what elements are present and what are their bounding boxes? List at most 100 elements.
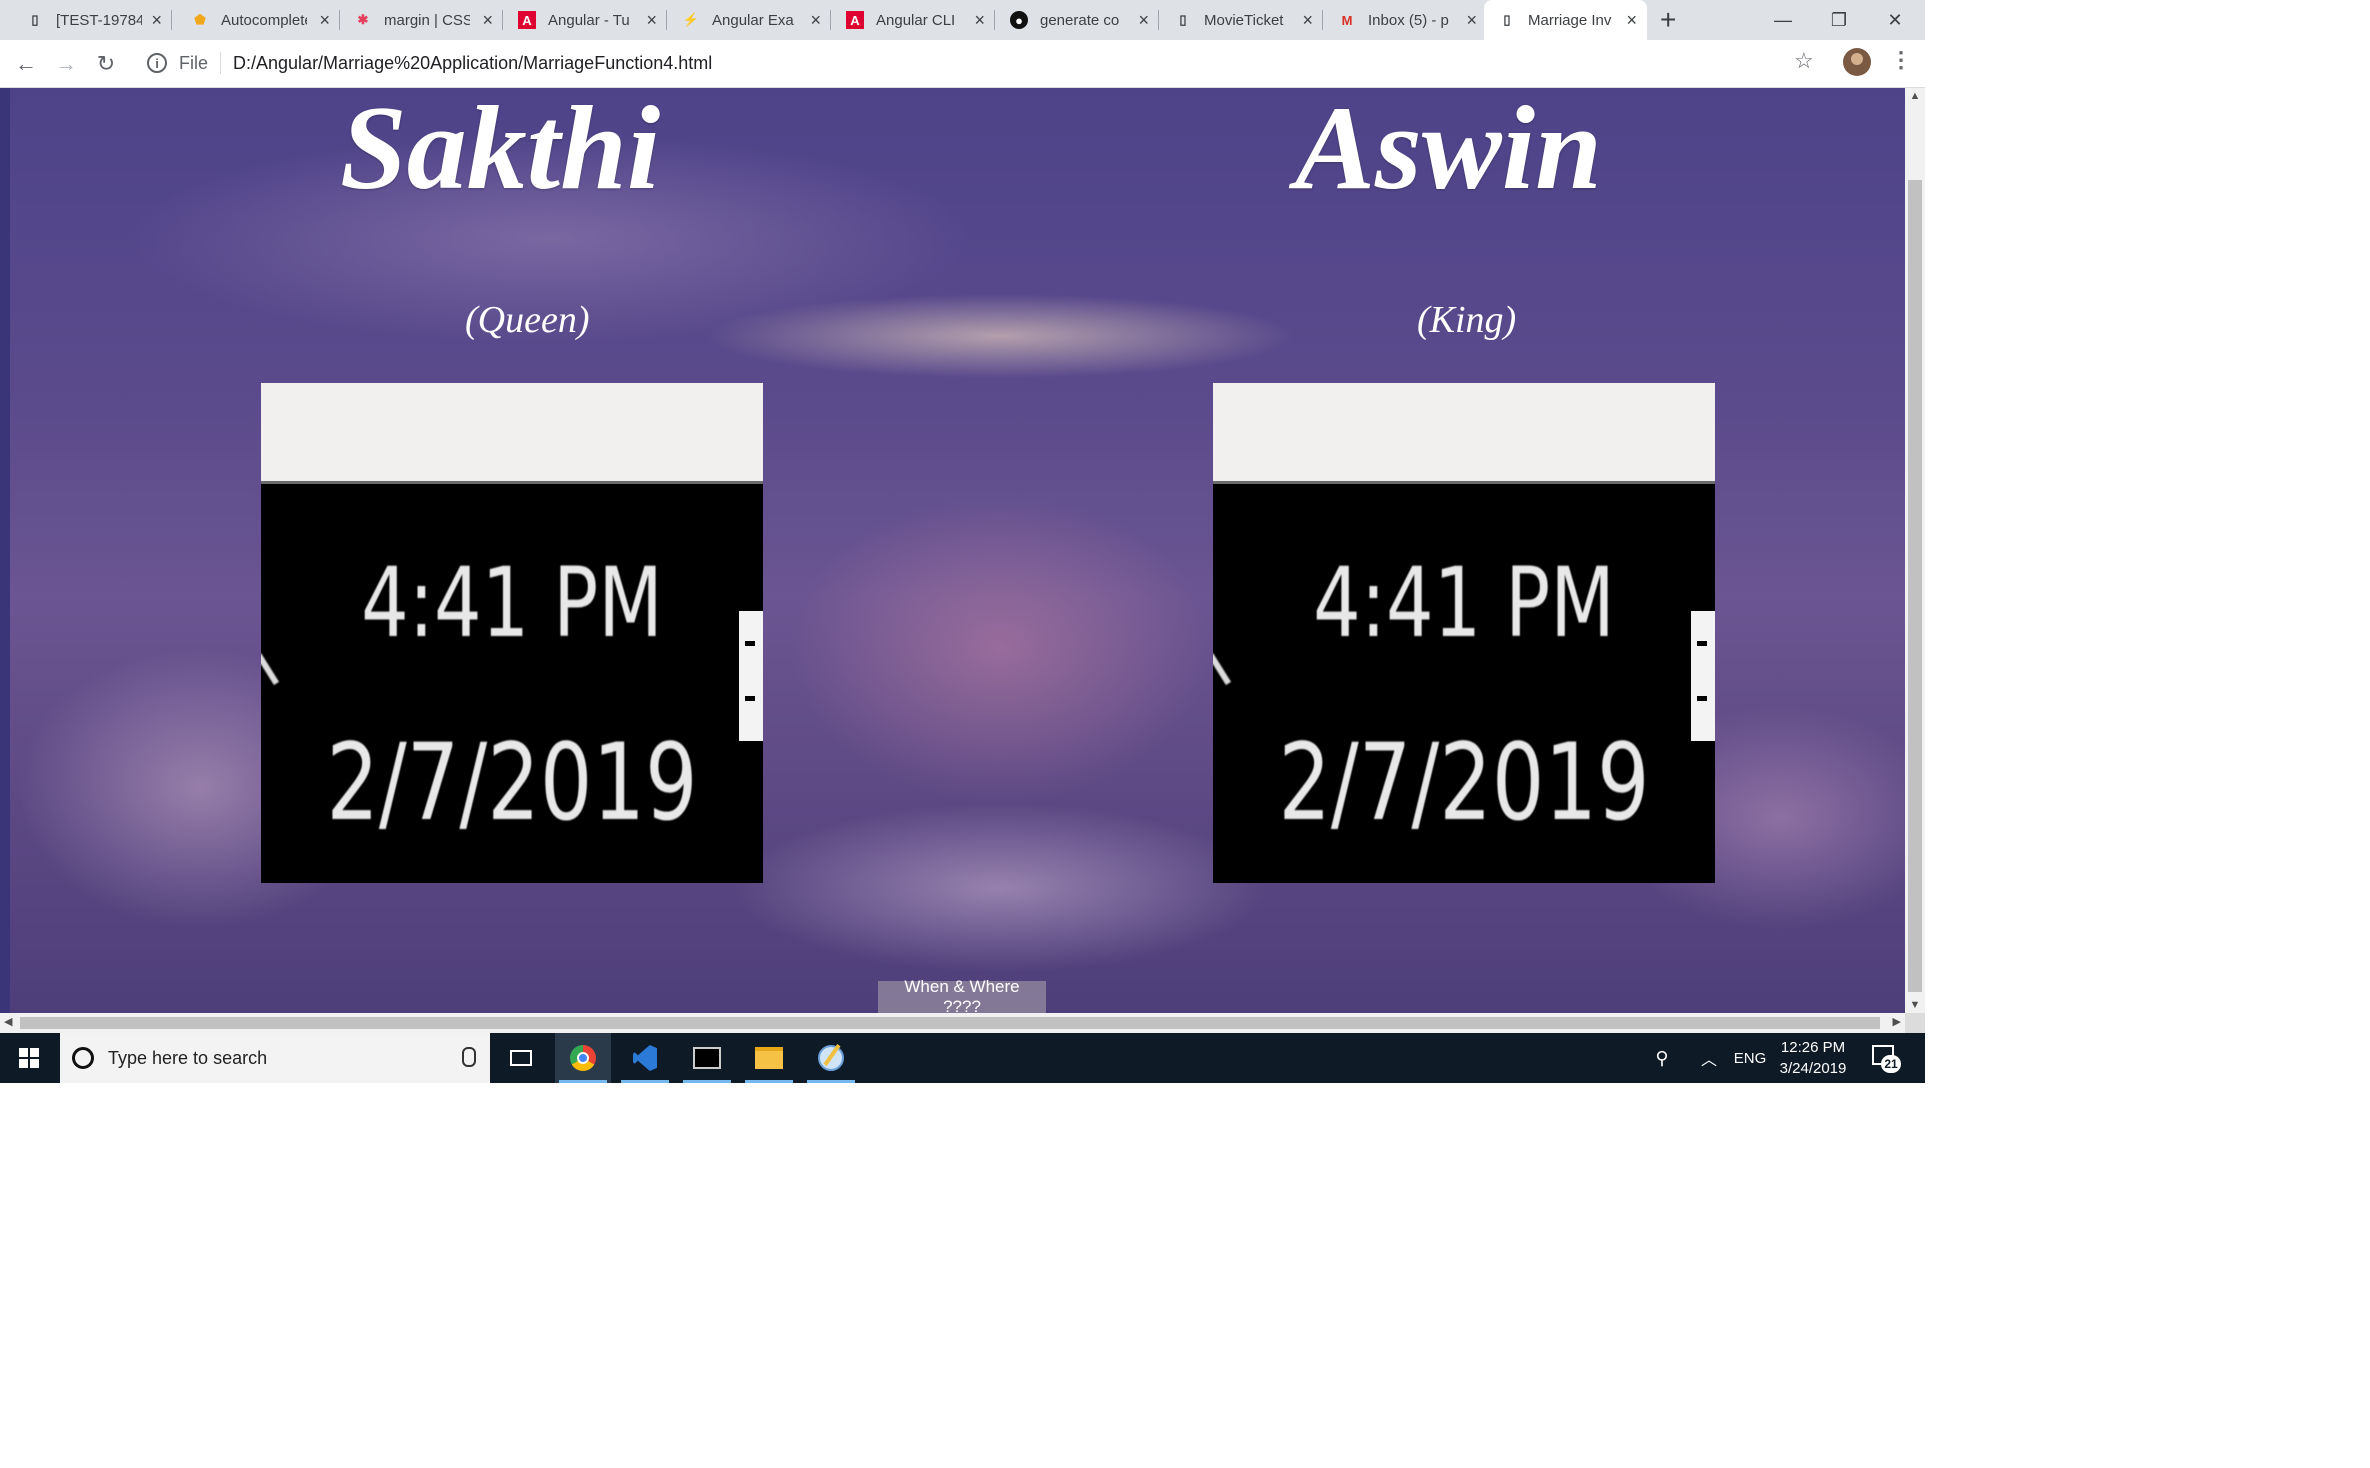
new-tab-button[interactable]: + (1660, 4, 1676, 36)
taskbar-chrome[interactable] (555, 1033, 611, 1083)
running-indicator (745, 1080, 793, 1083)
horizontal-scroll-thumb[interactable] (20, 1017, 1880, 1029)
taskbar-file-explorer[interactable] (741, 1033, 797, 1083)
tab-separator (1158, 10, 1159, 30)
photo-edge-mark (1213, 653, 1232, 686)
back-button[interactable]: ← (12, 50, 40, 78)
vertical-scrollbar[interactable]: ▲ ▼ (1905, 88, 1925, 1013)
minimize-window-button[interactable]: — (1755, 0, 1811, 40)
shield-icon: ⬟ (194, 12, 206, 27)
stackblitz-icon: ⚡ (682, 12, 700, 27)
close-window-button[interactable]: ✕ (1867, 0, 1923, 40)
browser-tab[interactable]: A Angular CLI × (832, 0, 995, 40)
horizontal-scrollbar[interactable]: ◀ ▶ (0, 1013, 1905, 1033)
browser-tab[interactable]: ⬟ Autocomplete × (177, 0, 340, 40)
chevron-up-icon[interactable]: ︿ (1697, 1033, 1721, 1083)
running-indicator (807, 1080, 855, 1083)
running-indicator (559, 1080, 607, 1083)
windows-taskbar: Type here to search ⚲ ︿ ENG 12:26 PM 3/2… (0, 1033, 1925, 1083)
chrome-icon (570, 1045, 596, 1071)
tab-label: Angular - Tu (548, 11, 630, 29)
tab-label: Angular Exa (712, 11, 794, 29)
browser-tab[interactable]: A Angular - Tu × (504, 0, 667, 40)
clock-time: 12:26 PM (1780, 1039, 1846, 1056)
tab-label: margin | CSS (384, 11, 470, 29)
browser-tab[interactable]: M Inbox (5) - p × (1324, 0, 1487, 40)
groom-name: Aswin (1295, 88, 1602, 214)
tab-label: Autocomplete (221, 11, 307, 29)
taskbar-command-prompt[interactable] (679, 1033, 735, 1083)
close-tab-icon[interactable]: × (1302, 10, 1313, 31)
scroll-up-icon[interactable]: ▲ (1905, 90, 1925, 102)
tab-separator (666, 10, 667, 30)
start-button[interactable] (0, 1033, 58, 1083)
close-tab-icon[interactable]: × (810, 10, 821, 31)
browser-menu-icon[interactable]: ⋮ (1890, 47, 1912, 73)
tab-separator (1322, 10, 1323, 30)
photo-time-text: 4:41 PM (1313, 547, 1615, 659)
photo-edge-box (1691, 611, 1715, 741)
reload-button[interactable]: ↻ (92, 50, 120, 78)
close-tab-icon[interactable]: × (319, 10, 330, 31)
tab-separator (171, 10, 172, 30)
browser-toolbar: ← → ↻ i File D:/Angular/Marriage%20Appli… (0, 40, 1925, 88)
browser-tab-active[interactable]: ▯ Marriage Inv × (1484, 0, 1647, 40)
tab-separator (502, 10, 503, 30)
taskbar-paint[interactable] (803, 1033, 859, 1083)
page-icon: ▯ (31, 12, 39, 27)
browser-tab[interactable]: ▯ [TEST-19784 × (12, 0, 172, 40)
bride-photo: 4:41 PM 2/7/2019 (261, 383, 763, 883)
tab-label: Marriage Inv (1528, 11, 1612, 29)
scroll-left-icon[interactable]: ◀ (4, 1015, 12, 1028)
scheme-label: File (179, 52, 209, 73)
restore-window-button[interactable]: ❐ (1811, 0, 1867, 40)
close-tab-icon[interactable]: × (1138, 10, 1149, 31)
close-tab-icon[interactable]: × (1626, 10, 1637, 31)
close-tab-icon[interactable]: × (482, 10, 493, 31)
browser-tab-strip: ▯ [TEST-19784 × ⬟ Autocomplete × ✱ margi… (0, 0, 1925, 40)
folder-icon (755, 1047, 783, 1069)
info-icon[interactable]: i (147, 53, 167, 73)
forward-button[interactable]: → (52, 50, 80, 78)
task-view-button[interactable] (493, 1033, 549, 1083)
microphone-icon[interactable] (462, 1047, 476, 1067)
system-clock[interactable]: 12:26 PM 3/24/2019 (1770, 1037, 1856, 1079)
input-language[interactable]: ENG (1730, 1033, 1770, 1083)
address-bar[interactable]: i File D:/Angular/Marriage%20Application… (135, 44, 1810, 82)
url-text[interactable]: D:/Angular/Marriage%20Application/Marria… (233, 53, 712, 74)
photo-time-text: 4:41 PM (361, 547, 663, 659)
vscode-icon (633, 1045, 657, 1071)
scroll-right-icon[interactable]: ▶ (1893, 1015, 1901, 1028)
taskbar-vscode[interactable] (617, 1033, 673, 1083)
bride-role: (Queen) (465, 299, 590, 341)
browser-tab[interactable]: ▯ MovieTicket × (1160, 0, 1323, 40)
vertical-scroll-thumb[interactable] (1908, 180, 1922, 992)
photo-date-text: 2/7/2019 (1278, 721, 1650, 844)
groom-role: (King) (1417, 299, 1517, 341)
when-where-button[interactable]: When & Where ???? (878, 977, 1046, 1013)
close-tab-icon[interactable]: × (151, 10, 162, 31)
bookmark-star-icon[interactable]: ☆ (1794, 48, 1814, 74)
tab-label: [TEST-19784 (56, 11, 142, 29)
cortana-icon (72, 1047, 94, 1069)
page-icon: ▯ (1503, 12, 1511, 27)
close-tab-icon[interactable]: × (1466, 10, 1477, 31)
profile-avatar[interactable] (1843, 48, 1871, 76)
browser-tab[interactable]: ● generate co × (996, 0, 1159, 40)
close-tab-icon[interactable]: × (974, 10, 985, 31)
scroll-down-icon[interactable]: ▼ (1905, 999, 1925, 1011)
css-tricks-icon: ✱ (357, 12, 369, 27)
page-icon: ▯ (1179, 12, 1187, 27)
close-tab-icon[interactable]: × (646, 10, 657, 31)
tab-separator (994, 10, 995, 30)
command-prompt-icon (693, 1047, 721, 1069)
search-placeholder: Type here to search (108, 1047, 268, 1068)
clock-date: 3/24/2019 (1779, 1060, 1847, 1077)
people-icon[interactable]: ⚲ (1648, 1033, 1676, 1083)
taskbar-search-box[interactable]: Type here to search (60, 1033, 490, 1083)
tab-label: Angular CLI (876, 11, 956, 29)
browser-tab[interactable]: ✱ margin | CSS × (340, 0, 503, 40)
browser-tab[interactable]: ⚡ Angular Exa × (668, 0, 831, 40)
notification-count-badge: 21 (1881, 1055, 1901, 1073)
angular-icon: A (518, 11, 536, 29)
